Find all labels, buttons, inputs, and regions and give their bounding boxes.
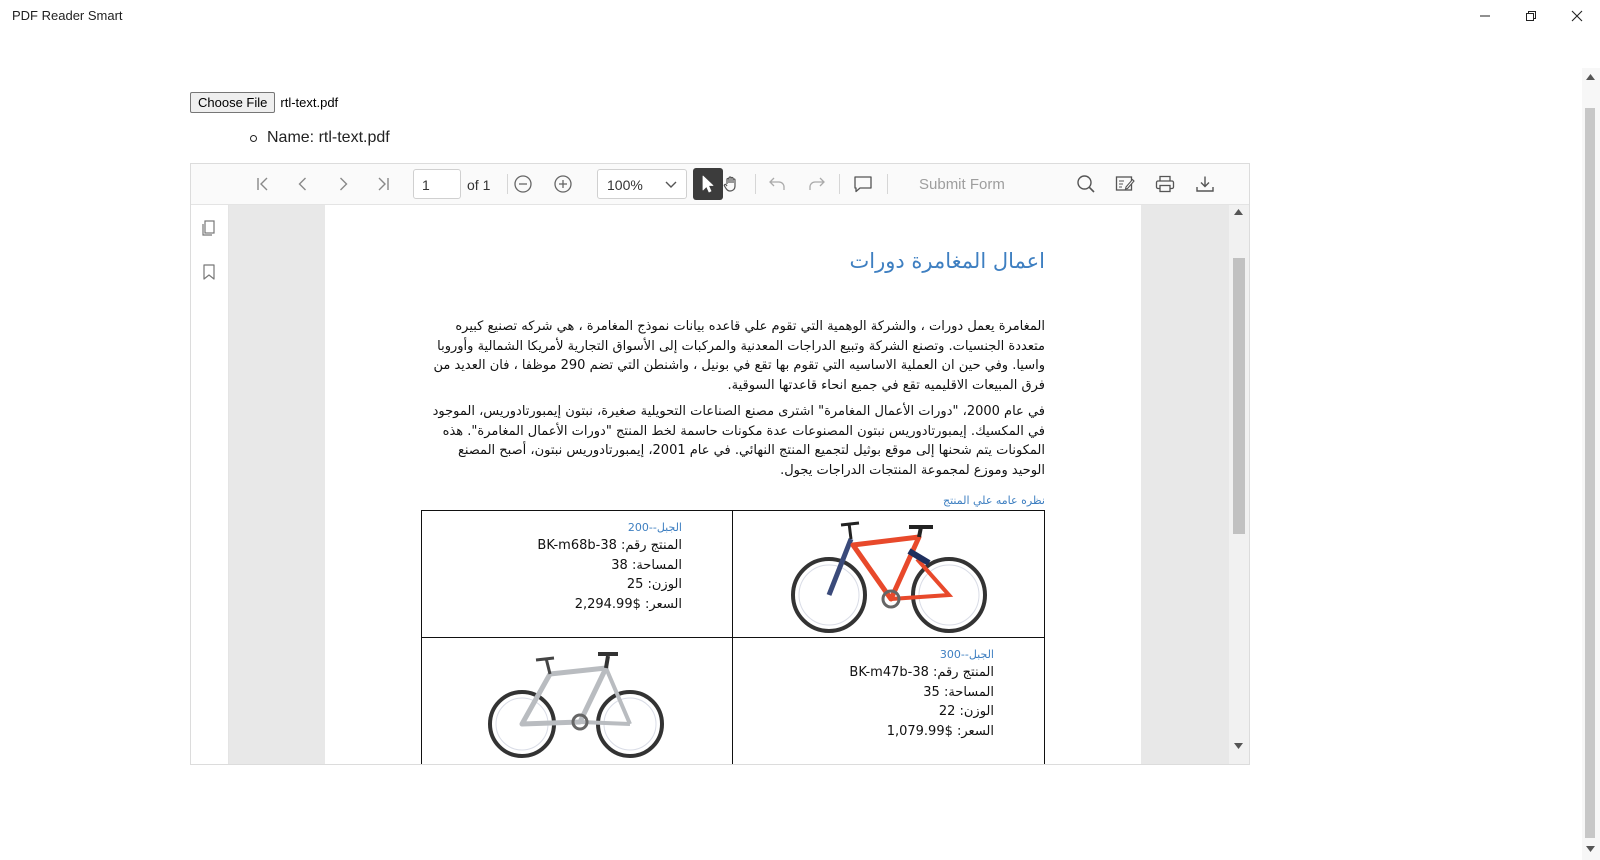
toolbar-separator: [507, 174, 508, 194]
product-weight: الوزن: 22: [938, 704, 994, 719]
close-window-button[interactable]: [1554, 0, 1600, 32]
product-name: الجبل--200: [627, 521, 682, 534]
select-tool-icon: [702, 175, 714, 193]
product-info: الجبل--300 المنتج رقم: BK-m47b-38 المساح…: [849, 648, 994, 741]
close-icon: [1571, 10, 1583, 22]
print-button[interactable]: [1153, 170, 1177, 198]
comment-button[interactable]: [851, 170, 875, 198]
document-scrollbar-thumb[interactable]: [1233, 258, 1245, 534]
zoom-out-icon: [514, 175, 532, 193]
chevron-down-icon: [664, 170, 678, 210]
pan-tool-button[interactable]: [719, 170, 743, 198]
undo-button[interactable]: [765, 170, 789, 198]
table-cell: [422, 638, 733, 764]
redo-button[interactable]: [805, 170, 829, 198]
viewer-side-panel: [191, 205, 229, 764]
zoom-value: 100%: [607, 177, 643, 193]
chosen-file-name: rtl-text.pdf: [280, 95, 339, 110]
prev-page-button[interactable]: [291, 170, 315, 198]
page-total-label: of 1: [467, 177, 491, 193]
mountain-bike-image: [791, 521, 987, 633]
download-icon: [1196, 176, 1214, 192]
product-size: المساحة: 38: [611, 557, 682, 573]
product-table: الجبل--200 المنتج رقم: BK-m68b-38 المساح…: [421, 510, 1045, 764]
pdf-viewer: 1 of 1 100% Submit Form اعمال المغامرة د…: [190, 163, 1250, 765]
first-page-icon: [257, 177, 268, 191]
prev-page-icon: [298, 177, 306, 191]
comment-icon: [854, 176, 872, 193]
last-page-icon: [378, 177, 389, 191]
scroll-up-icon[interactable]: [1586, 74, 1595, 80]
product-size: المساحة: 35: [923, 684, 994, 700]
last-page-button[interactable]: [371, 170, 395, 198]
file-input-row: Choose File rtl-text.pdf: [190, 92, 338, 113]
page-thumbnails-button[interactable]: [200, 219, 218, 242]
product-price: السعر: $1,079.99: [886, 723, 994, 739]
document-scrollbar[interactable]: [1229, 205, 1249, 764]
table-cell: الجبل--300 المنتج رقم: BK-m47b-38 المساح…: [733, 638, 1044, 764]
page-number-input[interactable]: 1: [413, 169, 461, 199]
scroll-down-icon[interactable]: [1234, 743, 1243, 749]
scroll-up-icon[interactable]: [1234, 209, 1243, 215]
page-thumbnails-icon: [202, 220, 215, 236]
page-scrollbar-thumb[interactable]: [1585, 108, 1595, 838]
title-bar: PDF Reader Smart: [0, 0, 1600, 32]
search-icon: [1077, 175, 1095, 193]
choose-file-button[interactable]: Choose File: [190, 92, 276, 113]
product-price: السعر: $2,294.99: [574, 596, 682, 612]
toolbar-separator: [755, 174, 756, 194]
annotate-icon: [1115, 176, 1135, 191]
app-title: PDF Reader Smart: [12, 8, 123, 23]
touring-bike-image: [488, 652, 664, 758]
search-button[interactable]: [1074, 170, 1098, 198]
scroll-down-icon[interactable]: [1586, 846, 1595, 852]
toolbar-separator: [887, 174, 888, 194]
section-label: نظره عامه علي المنتج: [943, 494, 1045, 507]
redo-icon: [809, 177, 825, 190]
restore-button[interactable]: [1508, 0, 1554, 32]
minimize-button[interactable]: [1462, 0, 1508, 32]
product-number: المنتج رقم: BK-m47b-38: [849, 665, 994, 680]
download-button[interactable]: [1193, 170, 1217, 198]
bookmark-icon: [203, 264, 215, 280]
list-bullet: [250, 134, 257, 142]
product-info: الجبل--200 المنتج رقم: BK-m68b-38 المساح…: [537, 521, 682, 614]
document-title: اعمال المغامرة دورات: [849, 249, 1046, 273]
submit-form-button[interactable]: Submit Form: [919, 176, 1005, 193]
annotate-button[interactable]: [1113, 170, 1137, 198]
file-name-list-item: Name: rtl-text.pdf: [250, 129, 390, 147]
file-name-label: Name: rtl-text.pdf: [267, 129, 390, 146]
zoom-out-button[interactable]: [511, 170, 535, 198]
next-page-icon: [340, 177, 348, 191]
document-canvas[interactable]: اعمال المغامرة دورات المغامرة يعمل دورات…: [229, 205, 1229, 764]
zoom-in-icon: [554, 175, 572, 193]
restore-icon: [1526, 11, 1536, 21]
table-cell: [733, 511, 1044, 638]
table-cell: الجبل--200 المنتج رقم: BK-m68b-38 المساح…: [422, 511, 733, 638]
next-page-button[interactable]: [331, 170, 355, 198]
viewer-toolbar: 1 of 1 100% Submit Form: [191, 164, 1249, 205]
zoom-in-button[interactable]: [551, 170, 575, 198]
pan-tool-icon: [723, 176, 736, 192]
paragraph-1: المغامرة يعمل دورات ، والشركة الوهمية ال…: [433, 319, 1045, 393]
product-weight: الوزن: 25: [626, 577, 682, 592]
bookmarks-button[interactable]: [200, 263, 218, 286]
product-number: المنتج رقم: BK-m68b-38: [537, 538, 682, 553]
undo-icon: [769, 177, 785, 190]
print-icon: [1155, 175, 1175, 193]
toolbar-separator: [839, 174, 840, 194]
paragraph-2: في عام 2000، "دورات الأعمال المغامرة" اش…: [432, 404, 1045, 478]
pdf-page: اعمال المغامرة دورات المغامرة يعمل دورات…: [325, 205, 1141, 764]
zoom-select[interactable]: 100%: [597, 169, 687, 199]
page-scrollbar[interactable]: [1582, 68, 1600, 860]
minimize-icon: [1480, 15, 1490, 17]
first-page-button[interactable]: [251, 170, 275, 198]
product-name: الجبل--300: [939, 648, 994, 661]
